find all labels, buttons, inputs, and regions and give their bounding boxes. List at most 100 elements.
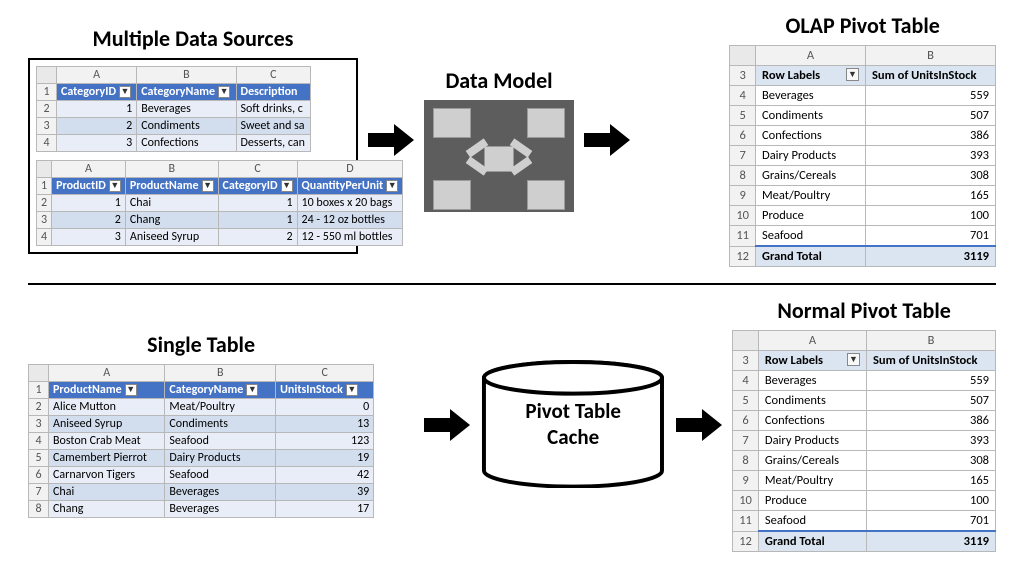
cell[interactable]: 2 [57, 118, 137, 135]
cell[interactable]: Chang [125, 212, 218, 229]
cell[interactable]: 1 [218, 195, 297, 212]
cell[interactable]: 2 [52, 212, 126, 229]
cell[interactable]: Aniseed Syrup [49, 416, 165, 433]
cell[interactable]: Chai [49, 484, 165, 501]
cell[interactable]: Chai [125, 195, 218, 212]
filter-icon[interactable]: ▼ [125, 384, 137, 396]
pivot-value[interactable]: 308 [866, 166, 996, 186]
hdr-productname[interactable]: ProductName▼ [125, 178, 218, 195]
grand-total-label[interactable]: Grand Total [756, 246, 866, 267]
cell[interactable]: 12 - 550 ml bottles [297, 229, 403, 246]
pivot-label[interactable]: Confections [758, 411, 866, 431]
cell[interactable]: Dairy Products [165, 450, 276, 467]
cell[interactable]: 123 [276, 433, 374, 450]
cell[interactable]: Condiments [165, 416, 276, 433]
hdr-description[interactable]: Description [236, 84, 310, 101]
pivot-label[interactable]: Seafood [758, 511, 866, 532]
pivot-value[interactable]: 559 [867, 371, 996, 391]
pivot-value[interactable]: 308 [867, 451, 996, 471]
filter-icon[interactable]: ▼ [119, 86, 131, 98]
cell[interactable]: Soft drinks, c [236, 101, 310, 118]
cell[interactable]: Seafood [165, 433, 276, 450]
cell[interactable]: 24 - 12 oz bottles [297, 212, 403, 229]
cell[interactable]: 1 [52, 195, 126, 212]
cell[interactable]: Beverages [165, 484, 276, 501]
pivot-label[interactable]: Condiments [758, 391, 866, 411]
hdr-productname[interactable]: ProductName▼ [49, 382, 165, 399]
pivot-label[interactable]: Produce [756, 206, 866, 226]
cell[interactable]: 1 [57, 101, 137, 118]
pivot-value[interactable]: 559 [866, 86, 996, 106]
cell[interactable]: 13 [276, 416, 374, 433]
cell[interactable]: Desserts, can [236, 135, 310, 152]
cell[interactable]: 17 [276, 501, 374, 518]
cell[interactable]: Sweet and sa [236, 118, 310, 135]
filter-icon[interactable]: ▼ [846, 68, 859, 81]
pivot-value[interactable]: 393 [867, 431, 996, 451]
pivot-label[interactable]: Beverages [758, 371, 866, 391]
pivot-label[interactable]: Grains/Cereals [758, 451, 866, 471]
pivot-label[interactable]: Dairy Products [756, 146, 866, 166]
row-labels-hdr[interactable]: Row Labels▼ [756, 66, 866, 86]
cell[interactable]: Beverages [165, 501, 276, 518]
hdr-productid[interactable]: ProductID▼ [52, 178, 126, 195]
filter-icon[interactable]: ▼ [218, 86, 230, 98]
pivot-value[interactable]: 507 [866, 106, 996, 126]
cell[interactable]: Beverages [137, 101, 236, 118]
filter-icon[interactable]: ▼ [346, 384, 358, 396]
hdr-categoryid[interactable]: CategoryID▼ [57, 84, 137, 101]
cell[interactable]: 42 [276, 467, 374, 484]
cell[interactable]: 2 [218, 229, 297, 246]
pivot-label[interactable]: Dairy Products [758, 431, 866, 451]
pivot-label[interactable]: Confections [756, 126, 866, 146]
pivot-value[interactable]: 100 [867, 491, 996, 511]
pivot-value[interactable]: 100 [866, 206, 996, 226]
filter-icon[interactable]: ▼ [386, 180, 398, 192]
hdr-categoryname[interactable]: CategoryName▼ [137, 84, 236, 101]
cell[interactable]: 19 [276, 450, 374, 467]
pivot-label[interactable]: Seafood [756, 226, 866, 247]
pivot-label[interactable]: Beverages [756, 86, 866, 106]
pivot-label[interactable]: Meat/Poultry [756, 186, 866, 206]
cell[interactable]: Carnarvon Tigers [49, 467, 165, 484]
pivot-value[interactable]: 393 [866, 146, 996, 166]
cell[interactable]: Seafood [165, 467, 276, 484]
cell[interactable]: Chang [49, 501, 165, 518]
pivot-label[interactable]: Condiments [756, 106, 866, 126]
cell[interactable]: Meat/Poultry [165, 399, 276, 416]
pivot-value[interactable]: 386 [867, 411, 996, 431]
grand-total-value[interactable]: 3119 [867, 531, 996, 552]
hdr-categoryid[interactable]: CategoryID▼ [218, 178, 297, 195]
cell[interactable]: Boston Crab Meat [49, 433, 165, 450]
filter-icon[interactable]: ▼ [281, 180, 293, 192]
hdr-unitsinstock[interactable]: UnitsInStock▼ [276, 382, 374, 399]
pivot-value[interactable]: 165 [867, 471, 996, 491]
cell[interactable]: 0 [276, 399, 374, 416]
cell[interactable]: Confections [137, 135, 236, 152]
filter-icon[interactable]: ▼ [847, 353, 860, 366]
grand-total-label[interactable]: Grand Total [758, 531, 866, 552]
pivot-value[interactable]: 701 [866, 226, 996, 247]
pivot-label[interactable]: Grains/Cereals [756, 166, 866, 186]
grand-total-value[interactable]: 3119 [866, 246, 996, 267]
cell[interactable]: Camembert Pierrot [49, 450, 165, 467]
pivot-label[interactable]: Produce [758, 491, 866, 511]
hdr-categoryname[interactable]: CategoryName▼ [165, 382, 276, 399]
cell[interactable]: 3 [57, 135, 137, 152]
pivot-value[interactable]: 386 [866, 126, 996, 146]
pivot-value[interactable]: 701 [867, 511, 996, 532]
cell[interactable]: 10 boxes x 20 bags [297, 195, 403, 212]
pivot-value[interactable]: 507 [867, 391, 996, 411]
filter-icon[interactable]: ▼ [202, 180, 214, 192]
filter-icon[interactable]: ▼ [109, 180, 121, 192]
hdr-qpu[interactable]: QuantityPerUnit▼ [297, 178, 403, 195]
cell[interactable]: Alice Mutton [49, 399, 165, 416]
pivot-value[interactable]: 165 [866, 186, 996, 206]
pivot-label[interactable]: Meat/Poultry [758, 471, 866, 491]
cell[interactable]: 3 [52, 229, 126, 246]
cell[interactable]: 39 [276, 484, 374, 501]
filter-icon[interactable]: ▼ [246, 384, 258, 396]
cell[interactable]: 1 [218, 212, 297, 229]
cell[interactable]: Aniseed Syrup [125, 229, 218, 246]
row-labels-hdr[interactable]: Row Labels▼ [758, 351, 866, 371]
